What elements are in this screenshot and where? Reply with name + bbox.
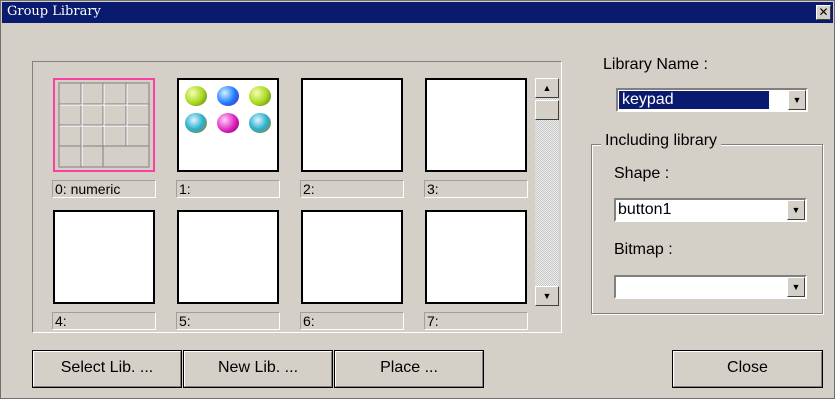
close-label: Close (727, 359, 768, 376)
chevron-down-icon: ▼ (791, 282, 801, 292)
numeric-keypad-icon (58, 82, 150, 168)
bitmap-dropdown[interactable]: ▼ (614, 275, 807, 299)
cyan-ball-icon (185, 113, 207, 133)
library-item-6[interactable] (301, 210, 403, 304)
dropdown-arrow-button[interactable]: ▼ (788, 90, 806, 110)
dropdown-arrow-button[interactable]: ▼ (787, 277, 805, 297)
library-items-panel: 0: numeric 1: 2: 3: 4: 5: 6: 7: ▲ ▼ (32, 61, 562, 333)
close-icon: ✕ (818, 5, 829, 19)
library-item-3[interactable] (425, 78, 527, 172)
arrow-down-icon: ▼ (542, 291, 552, 301)
library-item-label: 4: (52, 312, 156, 330)
library-item-1[interactable] (177, 78, 279, 172)
library-item-2[interactable] (301, 78, 403, 172)
scroll-down-button[interactable]: ▼ (535, 286, 559, 306)
scroll-up-button[interactable]: ▲ (535, 78, 559, 98)
bitmap-label: Bitmap : (614, 241, 673, 258)
library-item-0[interactable] (53, 78, 155, 172)
close-button[interactable]: Close (672, 350, 823, 388)
window-title: Group Library (7, 4, 101, 19)
place-label: Place ... (380, 359, 438, 376)
chevron-down-icon: ▼ (792, 95, 802, 105)
library-item-label: 2: (300, 180, 404, 198)
library-item-label: 7: (424, 312, 528, 330)
blue-ball-icon (217, 86, 239, 106)
library-item-5[interactable] (177, 210, 279, 304)
new-lib-button[interactable]: New Lib. ... (183, 350, 333, 388)
select-lib-label: Select Lib. ... (60, 359, 154, 376)
select-lib-button[interactable]: Select Lib. ... (32, 350, 182, 388)
library-item-label: 6: (300, 312, 404, 330)
library-name-label: Library Name : (603, 56, 708, 73)
magenta-ball-icon (217, 113, 239, 133)
new-lib-label: New Lib. ... (217, 359, 299, 376)
library-name-value: keypad (619, 91, 769, 109)
library-item-4[interactable] (53, 210, 155, 304)
arrow-up-icon: ▲ (542, 83, 552, 93)
green-ball-icon (249, 86, 271, 106)
cyan-ball-icon (249, 113, 271, 133)
close-window-button[interactable]: ✕ (816, 5, 831, 20)
library-name-dropdown[interactable]: keypad ▼ (616, 88, 808, 112)
title-bar: Group Library ✕ (2, 2, 833, 23)
shape-label: Shape : (614, 165, 670, 182)
library-item-label: 1: (176, 180, 280, 198)
green-ball-icon (185, 86, 207, 106)
shape-value: button1 (618, 201, 672, 218)
group-library-dialog: Group Library ✕ 0: numeric 1: 2: 3: 4: 5… (0, 0, 835, 399)
scrollbar-thumb[interactable] (535, 100, 559, 120)
dropdown-arrow-button[interactable]: ▼ (787, 200, 805, 220)
library-item-7[interactable] (425, 210, 527, 304)
library-item-label: 0: numeric (52, 180, 156, 198)
shape-dropdown[interactable]: button1 ▼ (614, 198, 807, 222)
chevron-down-icon: ▼ (791, 205, 801, 215)
library-item-label: 3: (424, 180, 528, 198)
including-library-title: Including library (601, 132, 722, 150)
vertical-scrollbar[interactable]: ▲ ▼ (535, 78, 559, 306)
library-item-label: 5: (176, 312, 280, 330)
place-button[interactable]: Place ... (334, 350, 484, 388)
